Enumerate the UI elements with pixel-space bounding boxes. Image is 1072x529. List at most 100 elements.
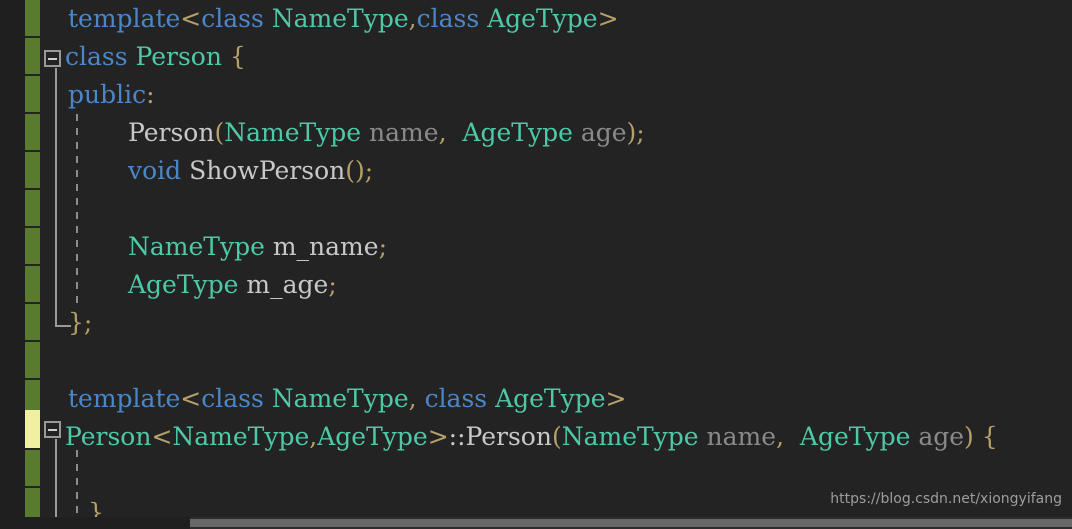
gutter-change-marker bbox=[25, 380, 40, 410]
code-token-type: AgeType bbox=[495, 384, 606, 413]
gutter-change-marker bbox=[25, 38, 40, 74]
code-token-punc: ; bbox=[83, 308, 93, 337]
collapse-class-person-icon[interactable] bbox=[44, 50, 61, 67]
code-token-ident: m_age bbox=[246, 270, 329, 299]
code-token-type: NameType bbox=[271, 384, 409, 413]
code-token-punc: < bbox=[180, 4, 202, 33]
code-line[interactable] bbox=[40, 456, 88, 494]
code-token-kw: template bbox=[68, 384, 181, 413]
code-surface[interactable]: template<class NameType,class AgeType> cl… bbox=[40, 0, 1072, 529]
code-line[interactable]: Person(NameType name, AgeType age); bbox=[40, 114, 645, 152]
code-token-kw: class bbox=[424, 384, 488, 413]
gutter-change-marker bbox=[25, 152, 40, 188]
code-line[interactable]: template<class NameType, class AgeType> bbox=[40, 380, 626, 418]
code-line[interactable]: void ShowPerson(); bbox=[40, 152, 373, 190]
code-token-kw: class bbox=[65, 42, 128, 71]
horizontal-scrollbar-thumb[interactable] bbox=[190, 519, 1072, 527]
code-token-punc: ; bbox=[378, 232, 387, 261]
indent-guide-line bbox=[76, 450, 78, 522]
code-token-punc: ) bbox=[964, 422, 974, 451]
gutter-change-marker bbox=[25, 228, 40, 264]
watermark-url: https://blog.csdn.net/xiongyifang bbox=[830, 491, 1062, 507]
code-token-param: age bbox=[580, 118, 627, 147]
code-token-type: NameType bbox=[561, 422, 699, 451]
code-line[interactable] bbox=[40, 342, 68, 380]
code-line[interactable]: }; bbox=[40, 304, 92, 342]
code-token-punc: > bbox=[427, 422, 449, 451]
code-token-ident: ShowPerson bbox=[189, 156, 346, 185]
code-token-type: Person bbox=[65, 422, 152, 451]
code-token-kw: template bbox=[68, 4, 181, 33]
gutter-change-marker bbox=[25, 410, 40, 448]
code-token-type: AgeType bbox=[462, 118, 573, 147]
code-token-punc: } bbox=[68, 308, 84, 337]
code-token-kw: void bbox=[128, 156, 182, 185]
gutter-change-marker bbox=[25, 488, 40, 517]
code-token-punc: ) bbox=[626, 118, 637, 147]
code-token-ident: m_name bbox=[272, 232, 379, 261]
gutter-change-marker bbox=[25, 190, 40, 226]
code-token-ident: Person bbox=[128, 118, 215, 147]
gutter-change-marker bbox=[25, 450, 40, 486]
code-token-kw: class bbox=[416, 4, 480, 33]
code-line[interactable]: class Person { bbox=[40, 38, 246, 76]
horizontal-scrollbar-track[interactable] bbox=[0, 517, 1072, 529]
code-token-plain: :: bbox=[448, 422, 466, 451]
code-editor[interactable]: template<class NameType,class AgeType> cl… bbox=[0, 0, 1072, 529]
code-token-punc: ; bbox=[364, 156, 374, 185]
gutter-change-marker bbox=[25, 342, 40, 378]
code-token-punc: < bbox=[180, 384, 202, 413]
gutter-change-marker bbox=[25, 304, 40, 340]
code-line[interactable] bbox=[40, 190, 128, 228]
code-token-param: age bbox=[918, 422, 965, 451]
gutter-change-marker bbox=[25, 266, 40, 302]
code-token-punc: ; bbox=[636, 118, 645, 147]
code-line[interactable]: template<class NameType,class AgeType> bbox=[40, 0, 619, 38]
code-token-ident: Person bbox=[465, 422, 552, 451]
code-token-type: NameType bbox=[271, 4, 409, 33]
code-token-type: NameType bbox=[224, 118, 362, 147]
code-token-punc: { bbox=[229, 42, 246, 71]
editor-left-margin bbox=[0, 0, 25, 529]
code-line[interactable]: NameType m_name; bbox=[40, 228, 387, 266]
code-token-punc: { bbox=[981, 422, 998, 451]
code-token-type: AgeType bbox=[317, 422, 428, 451]
code-token-kw: class bbox=[201, 384, 264, 413]
code-token-punc: , bbox=[776, 422, 792, 451]
gutter-change-marker bbox=[25, 114, 40, 150]
code-token-punc: , bbox=[438, 118, 455, 147]
code-token-type: AgeType bbox=[799, 422, 911, 451]
code-token-punc: ; bbox=[328, 270, 337, 299]
scrollbar-corner bbox=[0, 517, 190, 529]
code-line[interactable]: AgeType m_age; bbox=[40, 266, 337, 304]
collapse-person-ctor-icon[interactable] bbox=[44, 421, 61, 438]
code-token-type: AgeType bbox=[128, 270, 239, 299]
code-token-punc: ( bbox=[345, 156, 356, 185]
code-line[interactable]: public: bbox=[40, 76, 155, 114]
code-token-punc: , bbox=[408, 4, 417, 33]
code-token-param: name bbox=[706, 422, 777, 451]
code-token-type: NameType bbox=[172, 422, 310, 451]
code-token-type: AgeType bbox=[487, 4, 598, 33]
code-token-type: NameType bbox=[128, 232, 265, 261]
gutter-change-marker bbox=[25, 76, 40, 112]
code-line[interactable]: Person<NameType,AgeType>::Person(NameTyp… bbox=[40, 418, 998, 456]
code-token-punc: > bbox=[597, 4, 619, 33]
code-token-punc: ( bbox=[214, 118, 225, 147]
code-token-punc: ( bbox=[551, 422, 562, 451]
code-token-punc: , bbox=[408, 384, 417, 413]
indent-guide-line bbox=[76, 114, 78, 310]
outline-guide-line bbox=[55, 439, 57, 523]
